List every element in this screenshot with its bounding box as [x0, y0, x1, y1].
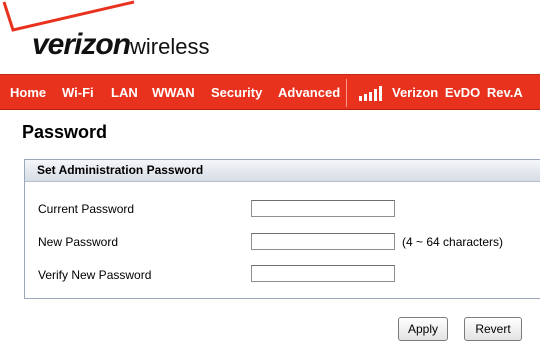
- password-panel: Set Administration Password Current Pass…: [24, 159, 540, 299]
- nav-home[interactable]: Home: [10, 75, 46, 111]
- new-password-label: New Password: [38, 235, 119, 249]
- nav-wwan[interactable]: WWAN: [152, 75, 195, 111]
- nav-divider: [346, 79, 347, 107]
- signal-bars-icon: [359, 85, 385, 101]
- new-password-hint: (4 ~ 64 characters): [402, 235, 504, 249]
- verify-password-label: Verify New Password: [38, 268, 152, 282]
- new-password-input[interactable]: [251, 233, 395, 250]
- current-password-label: Current Password: [38, 202, 135, 216]
- nav-wifi[interactable]: Wi-Fi: [62, 75, 94, 111]
- brand-logo: verizonwireless: [32, 30, 210, 62]
- header: verizonwireless: [0, 0, 540, 72]
- nav-advanced[interactable]: Advanced: [278, 75, 340, 111]
- revert-button[interactable]: Revert: [464, 317, 522, 341]
- nav-lan[interactable]: LAN: [111, 75, 138, 111]
- main-nav: Home Wi-Fi LAN WWAN Security Advanced Ve…: [0, 74, 540, 110]
- panel-heading: Set Administration Password: [25, 160, 540, 182]
- verify-password-input[interactable]: [251, 265, 395, 282]
- current-password-input[interactable]: [251, 200, 395, 217]
- logo-wireless: wireless: [130, 34, 210, 59]
- nav-security[interactable]: Security: [211, 75, 262, 111]
- carrier-status: Verizon EvDO Rev.A: [392, 85, 523, 100]
- page-title: Password: [22, 122, 108, 142]
- logo-wordmark: verizon: [32, 28, 131, 61]
- apply-button[interactable]: Apply: [398, 317, 448, 341]
